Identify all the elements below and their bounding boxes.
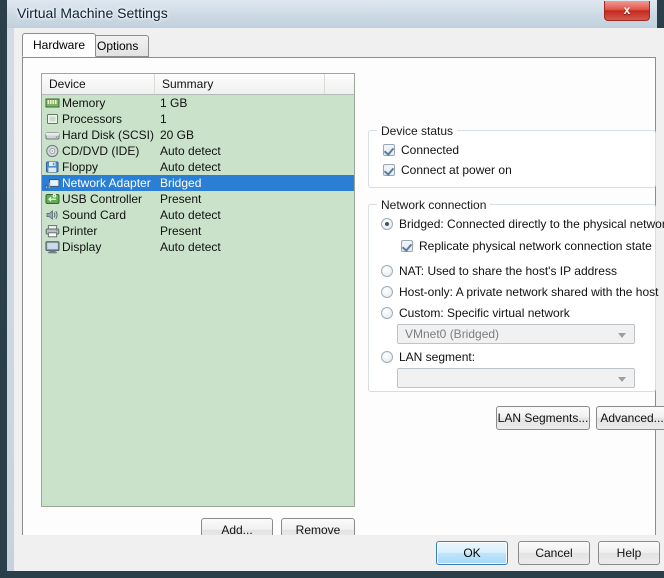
cd-dvd-icon	[45, 144, 60, 158]
device-name: Memory	[62, 96, 106, 110]
usb-controller-icon	[45, 192, 60, 206]
column-header-device[interactable]: Device	[42, 74, 155, 94]
table-row[interactable]: USB Controller Present	[42, 191, 354, 207]
sound-card-icon	[45, 208, 60, 222]
cancel-button[interactable]: Cancel	[518, 541, 590, 565]
hard-disk-icon	[45, 128, 60, 142]
device-name: Printer	[62, 224, 98, 238]
device-summary: Bridged	[160, 176, 202, 190]
device-status-group: Device status Connected Connect at power…	[368, 124, 656, 188]
nat-label: NAT: Used to share the host's IP address	[399, 264, 617, 278]
hardware-panel: Device Summary Memory 1 GB Processors 1 Hard…	[22, 57, 664, 565]
device-name: Display	[62, 240, 102, 254]
memory-icon	[45, 96, 60, 110]
table-row[interactable]: CD/DVD (IDE) Auto detect	[42, 143, 354, 159]
device-summary: Auto detect	[160, 160, 221, 174]
device-name: Network Adapter	[62, 176, 151, 190]
custom-network-dropdown[interactable]: VMnet0 (Bridged)	[397, 324, 635, 344]
connected-checkbox[interactable]	[383, 144, 395, 156]
device-name: Floppy	[62, 160, 99, 174]
device-name: Sound Card	[62, 208, 127, 222]
table-row[interactable]: Network Adapter Bridged	[42, 175, 354, 191]
title-bar: Virtual Machine Settings x	[7, 0, 657, 28]
replicate-label: Replicate physical network connection st…	[419, 239, 652, 253]
table-row[interactable]: Processors 1	[42, 111, 354, 127]
device-summary: Auto detect	[160, 144, 221, 158]
close-icon[interactable]: x	[604, 1, 650, 21]
processor-icon	[45, 112, 60, 126]
lan-segments-button[interactable]: LAN Segments...	[496, 406, 590, 430]
device-summary: 20 GB	[160, 128, 195, 142]
nat-radio[interactable]	[381, 265, 393, 277]
device-summary: Present	[160, 224, 202, 238]
virtual-machine-settings-window: Virtual Machine Settings x Hardware Opti…	[0, 0, 664, 578]
chevron-down-icon	[618, 377, 626, 382]
device-summary: Auto detect	[160, 208, 221, 222]
dialog-footer: OK Cancel Help	[14, 535, 664, 571]
device-rows: Memory 1 GB Processors 1 Hard Disk (SCSI) 20 …	[42, 95, 354, 255]
ok-button[interactable]: OK	[436, 541, 508, 565]
table-row[interactable]: Floppy Auto detect	[42, 159, 354, 175]
dialog-client-area: Hardware Options Device Summary Memory 1 …	[14, 28, 664, 571]
network-connection-title: Network connection	[377, 198, 491, 212]
lan-segment-label: LAN segment:	[399, 350, 476, 364]
device-list[interactable]: Device Summary Memory 1 GB Processors 1 Hard…	[41, 73, 355, 507]
window-title: Virtual Machine Settings	[17, 5, 168, 21]
advanced-button[interactable]: Advanced...	[596, 406, 664, 430]
network-connection-group: Network connection Bridged: Connected di…	[368, 198, 664, 392]
host-only-label: Host-only: A private network shared with…	[399, 285, 659, 299]
printer-icon	[45, 224, 60, 238]
device-name: Hard Disk (SCSI)	[62, 128, 155, 142]
connected-label: Connected	[401, 143, 460, 157]
lan-segment-radio[interactable]	[381, 351, 393, 363]
floppy-icon	[45, 160, 60, 174]
custom-network-value: VMnet0 (Bridged)	[405, 327, 500, 341]
device-name: CD/DVD (IDE)	[62, 144, 140, 158]
connect-at-power-on-label: Connect at power on	[401, 163, 512, 177]
table-row[interactable]: Printer Present	[42, 223, 354, 239]
device-summary: Auto detect	[160, 240, 221, 254]
replicate-checkbox[interactable]	[401, 240, 413, 252]
column-header-spacer	[325, 74, 356, 94]
device-summary: 1	[160, 112, 167, 126]
bridged-radio[interactable]	[381, 218, 393, 230]
connect-at-power-on-checkbox[interactable]	[383, 164, 395, 176]
lan-segment-dropdown[interactable]	[397, 368, 635, 388]
device-name: Processors	[62, 112, 123, 126]
custom-radio[interactable]	[381, 307, 393, 319]
table-row[interactable]: Hard Disk (SCSI) 20 GB	[42, 127, 354, 143]
device-list-header: Device Summary	[42, 74, 354, 95]
table-row[interactable]: Sound Card Auto detect	[42, 207, 354, 223]
table-row[interactable]: Memory 1 GB	[42, 95, 354, 111]
device-summary: Present	[160, 192, 202, 206]
help-button[interactable]: Help	[598, 541, 660, 565]
custom-label: Custom: Specific virtual network	[399, 306, 570, 320]
device-name: USB Controller	[62, 192, 143, 206]
bridged-label: Bridged: Connected directly to the physi…	[399, 217, 664, 231]
chevron-down-icon	[618, 333, 626, 338]
network-adapter-icon	[45, 176, 60, 190]
table-row[interactable]: Display Auto detect	[42, 239, 354, 255]
device-status-title: Device status	[377, 124, 458, 138]
device-summary: 1 GB	[160, 96, 188, 110]
column-header-summary[interactable]: Summary	[155, 74, 325, 94]
tab-hardware[interactable]: Hardware	[22, 33, 97, 57]
display-icon	[45, 240, 60, 254]
host-only-radio[interactable]	[381, 286, 393, 298]
